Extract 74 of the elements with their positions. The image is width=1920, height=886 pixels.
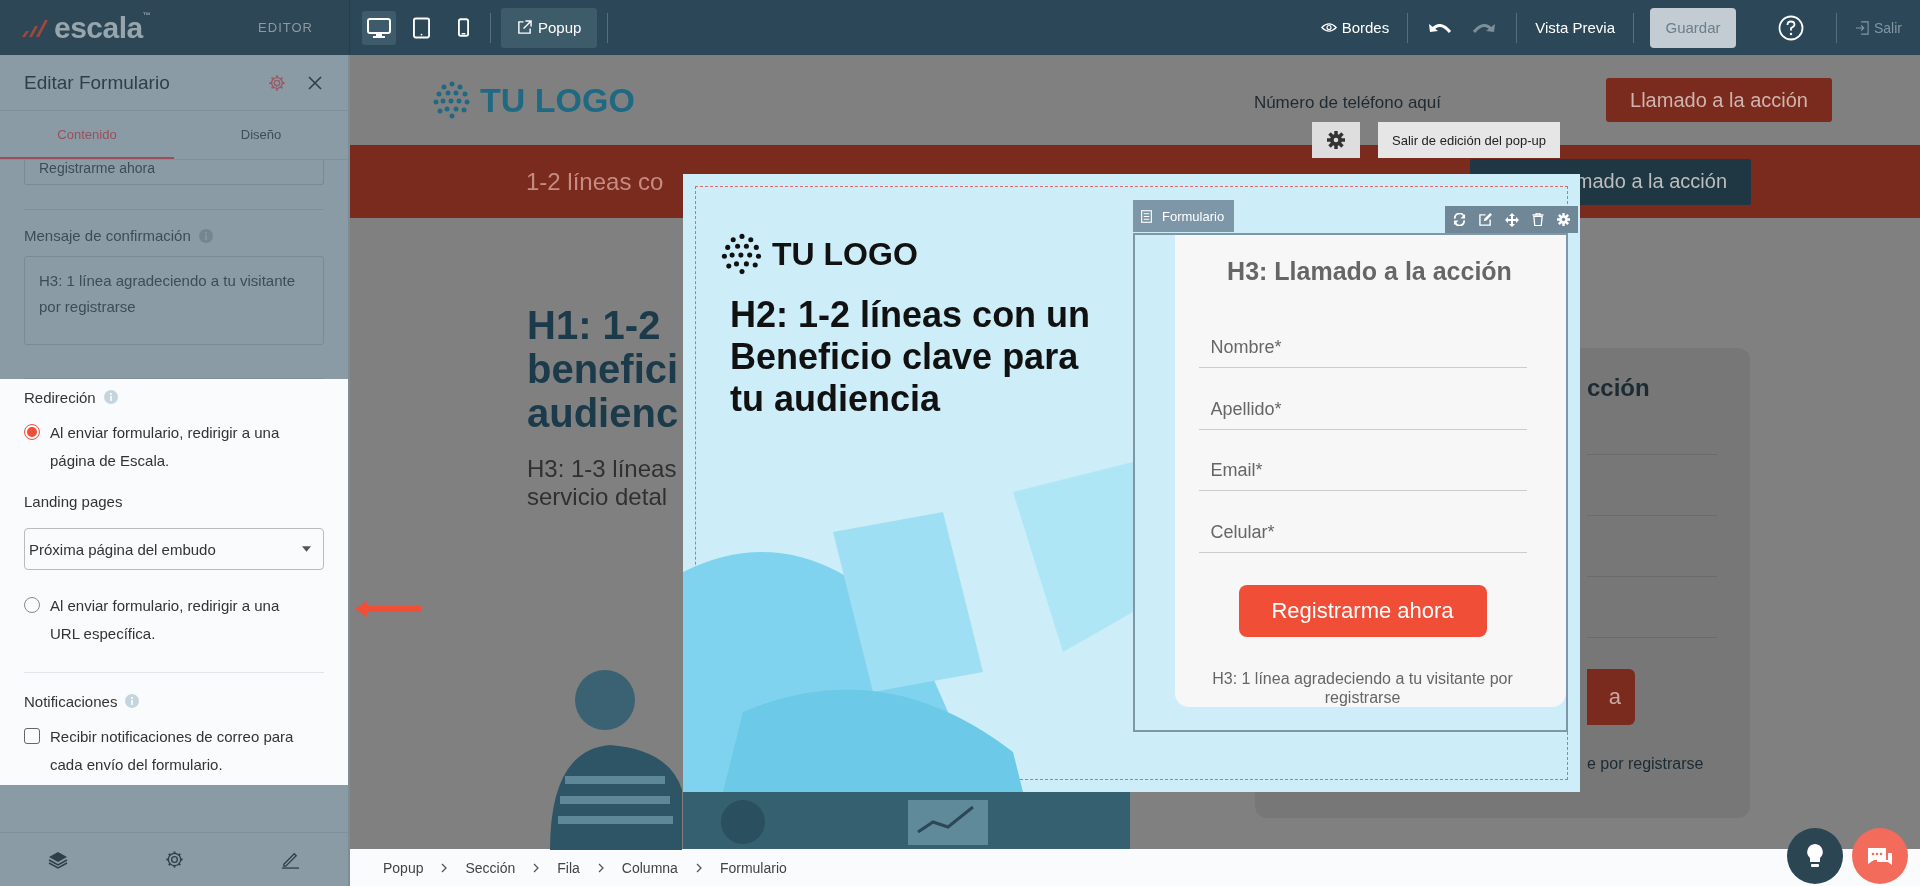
logo-text: TU LOGO [480,80,635,120]
chevron-icon [533,862,540,873]
headline: H2: 1-2 líneas con un Beneficio clave para tu audiencia [730,294,1092,420]
layers-icon[interactable] [48,850,69,869]
move-icon[interactable] [1505,212,1519,227]
mode-label: EDITOR [258,20,313,35]
confirmation-text: H3: 1 línea agradeciendo a tu visitante por registrarse [1211,669,1514,707]
external-link-icon [517,20,532,35]
breadcrumb-item[interactable]: Popup [383,859,424,876]
input-field[interactable]: Nombre* [1198,306,1527,368]
logo-icon [432,80,472,120]
logo-text: escala$^{™}$ [54,10,151,45]
chevron-icon [441,862,448,873]
caret-icon [302,546,311,552]
landing-page-dropdown[interactable]: Próxima página del embudo [24,528,324,570]
exit-icon [1855,20,1869,35]
input-field[interactable]: Celular* [1198,491,1527,554]
checkbox-label: Recibir notificaciones de correo para cada envío del formulario. [50,727,295,775]
form-title: H3: Llamado a la acción [1227,257,1512,286]
close-icon[interactable] [308,75,322,90]
submit-button[interactable]: a [1587,669,1635,725]
heading-text: audienc [527,391,679,435]
settings-icon[interactable] [165,850,184,869]
chat-icon[interactable] [1852,828,1908,884]
input-field[interactable]: Email* [1198,429,1527,492]
section-label: Notificaciones [24,692,118,710]
call-to-action-button[interactable]: Llamado a la acción [1606,78,1832,122]
refresh-icon[interactable] [1453,213,1466,226]
edit-icon[interactable] [1479,213,1492,226]
form-label-text: Formulario [1162,208,1225,224]
pen-icon[interactable] [280,850,300,869]
logo-text: TU LOGO [772,235,918,273]
checkbox[interactable] [24,728,40,744]
field-label: Mensaje de confirmación [24,227,191,244]
desktop-view-button[interactable] [362,10,396,45]
exit-popup-edit-button[interactable]: Salir de edición del pop-up [1378,122,1560,158]
settings-icon[interactable] [1312,122,1360,158]
breadcrumb-item[interactable]: Fila [557,859,580,876]
breadcrumb-item[interactable]: Columna [621,859,678,876]
arrow-icon [355,601,421,617]
monitor-icon [367,16,391,39]
phone-text: Número de teléfono aquí [1253,93,1441,113]
input-field[interactable]: Apellido* [1198,367,1527,430]
chevron-icon [695,862,702,873]
form-icon [1141,209,1152,223]
radio-label: Al enviar formulario, redirigir a una URL específica. [50,596,281,644]
info-icon [125,694,140,708]
form-title: cción [1587,374,1650,402]
phone-icon [457,18,469,37]
radio-label: Al enviar formulario, redirigir a una página de Escala. [50,423,281,471]
submit-button[interactable]: Registrarme ahora [1238,585,1487,637]
heading-text: H1: 1-2 [527,303,661,347]
chevron-icon [597,862,604,873]
banner-text: 1-2 líneas co [526,167,664,196]
field-label: Landing pages [24,493,124,510]
borders-toggle[interactable]: Bordes [1312,19,1398,36]
eye-icon [1320,22,1337,33]
lightbulb-icon[interactable] [1787,828,1843,884]
panel-title: Editar Formulario [24,71,171,94]
tablet-icon [412,16,430,39]
logo-icon [20,17,50,38]
subheading-text: H3: 1-3 líneas [527,455,677,483]
logo-icon [720,232,764,276]
breadcrumb-item[interactable]: Sección [465,859,516,876]
breadcrumb-item[interactable]: Formulario [719,859,787,876]
subheading-text: servicio detal [527,483,668,511]
section-label: Redireción [24,388,96,406]
heading-text: benefici [527,347,679,391]
info-icon [103,390,118,404]
help-icon[interactable] [1778,14,1804,41]
popup-button[interactable]: Popup [501,7,598,48]
preview-button[interactable]: Vista Previa [1527,19,1623,36]
confirmation-text: e por registrarse [1587,755,1704,773]
trash-icon[interactable] [1532,213,1544,226]
